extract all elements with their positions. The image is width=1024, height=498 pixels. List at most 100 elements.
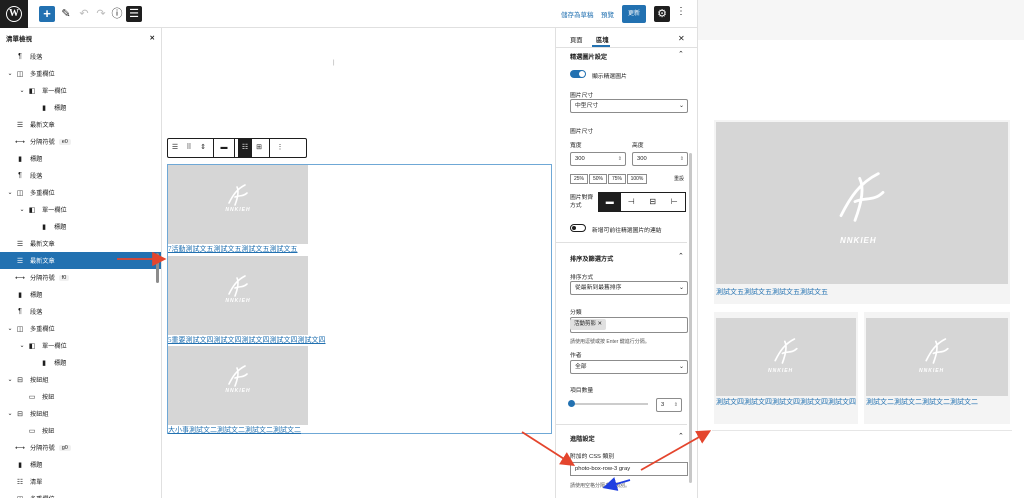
list-view-row[interactable]: ☰ 最新文章: [0, 235, 161, 252]
link-featured-toggle[interactable]: [570, 224, 586, 232]
close-icon[interactable]: ✕: [678, 34, 685, 43]
list-view-row[interactable]: ⌄ ◧ 單一欄位: [0, 337, 161, 354]
redo-icon[interactable]: ↷: [93, 6, 109, 22]
pct-100-button[interactable]: 100%: [627, 174, 647, 184]
height-input[interactable]: 300 ⇕: [632, 152, 688, 166]
stepper-icon[interactable]: ⇕: [680, 153, 684, 165]
list-view-row[interactable]: ⌄ ⊟ 按鈕組: [0, 371, 161, 388]
stepper-icon[interactable]: ⇕: [618, 153, 622, 165]
list-view-row[interactable]: ⟷ 分隔符號 e0: [0, 133, 161, 150]
stepper-icon[interactable]: ⇕: [674, 399, 678, 411]
more-options-icon[interactable]: ⋮: [676, 6, 686, 17]
chevron-down-icon[interactable]: ⌄: [18, 342, 26, 349]
post-title-link[interactable]: 大小事測試文二測試文二測試文二測試文二: [168, 425, 553, 435]
list-view-row[interactable]: ⌄◫多重欄位: [0, 490, 161, 498]
sidebar-scrollbar[interactable]: [689, 153, 692, 483]
chevron-down-icon[interactable]: ⌄: [6, 70, 14, 77]
tab-page[interactable]: 頁面: [570, 35, 583, 44]
list-view-row[interactable]: ⌄◫多重欄位: [0, 184, 161, 201]
category-tag[interactable]: 活動剪影 ✕: [570, 319, 607, 330]
preview-card-title-link[interactable]: 測試文二測試文二測試文二測試文二: [866, 398, 1008, 408]
move-up-down-icon[interactable]: ⇕: [196, 139, 210, 157]
editor-canvas[interactable]: | ☰ ⠿ ⇕ ▬ ☷ ⊞ ⋮ NNKIEH 7活動測試文五測試文五測試文五測試…: [162, 28, 560, 498]
list-view-row[interactable]: ▮ 標題: [0, 218, 161, 235]
align-left-icon[interactable]: ⊣: [621, 193, 643, 211]
show-featured-toggle[interactable]: [570, 70, 586, 78]
post-title-link[interactable]: 5重要測試文四測試文四測試文四測試文四測試文四: [168, 335, 553, 345]
chevron-down-icon[interactable]: ⌄: [6, 189, 14, 196]
undo-icon[interactable]: ↶: [76, 6, 92, 22]
count-slider-handle[interactable]: [568, 400, 575, 407]
pct-25-button[interactable]: 25%: [570, 174, 588, 184]
list-view-row[interactable]: ▮ 標題: [0, 150, 161, 167]
chevron-down-icon[interactable]: ⌄: [6, 325, 14, 332]
featured-image-section-title[interactable]: 精選圖片設定: [570, 52, 607, 61]
save-draft-button[interactable]: 儲存為草稿: [561, 9, 594, 19]
preview-big-title-link[interactable]: 測試文五測試文五測試文五測試文五: [716, 288, 828, 298]
list-view-row[interactable]: ⌄ ⊟ 按鈕組: [0, 405, 161, 422]
block-type-icon[interactable]: ☰: [168, 139, 182, 157]
preview-button[interactable]: 預覽: [601, 9, 614, 19]
list-view-row[interactable]: ⌄ ◧ 單一欄位: [0, 201, 161, 218]
logo-text: NNKIEH: [225, 207, 251, 213]
chevron-down-icon[interactable]: ⌄: [6, 376, 14, 383]
width-input[interactable]: 300 ⇕: [570, 152, 626, 166]
more-options-icon[interactable]: ⋮: [273, 139, 287, 157]
count-input[interactable]: 3 ⇕: [656, 398, 682, 412]
info-icon[interactable]: ⓘ: [109, 6, 125, 22]
update-button[interactable]: 更新: [622, 5, 646, 23]
author-select[interactable]: 全部 ⌄: [570, 360, 688, 374]
align-right-icon[interactable]: ⊢: [664, 193, 686, 211]
reset-button[interactable]: 重設: [674, 175, 684, 182]
list-view-row[interactable]: ⌄◫多重欄位: [0, 320, 161, 337]
chevron-up-icon[interactable]: ⌃: [678, 252, 684, 260]
remove-tag-icon[interactable]: ✕: [598, 321, 603, 327]
align-icon[interactable]: ▬: [217, 139, 231, 157]
list-view-button[interactable]: ☰: [126, 6, 142, 22]
edit-tool-icon[interactable]: ✎: [58, 6, 74, 22]
list-view-row[interactable]: ▮ 標題: [0, 354, 161, 371]
settings-gear-icon[interactable]: ⚙: [654, 6, 670, 22]
wordpress-logo-button[interactable]: W: [0, 0, 28, 28]
tab-block[interactable]: 區塊: [596, 35, 609, 44]
advanced-section-title[interactable]: 進階設定: [570, 434, 595, 443]
list-view-row[interactable]: ☷ 清單: [0, 473, 161, 490]
list-view-row[interactable]: ⟷ 分隔符號 g0: [0, 439, 161, 456]
list-view-row[interactable]: ¶ 段落: [0, 167, 161, 184]
list-view-row[interactable]: ▮ 標題: [0, 286, 161, 303]
sort-filter-section-title[interactable]: 排序及篩選方式: [570, 254, 613, 263]
chevron-down-icon[interactable]: ⌄: [18, 87, 26, 94]
list-view-row[interactable]: ¶ 段落: [0, 48, 161, 65]
add-block-button[interactable]: +: [39, 6, 55, 22]
grid-view-icon[interactable]: ⊞: [252, 139, 266, 157]
list-view-row[interactable]: ⌄◫多重欄位: [0, 65, 161, 82]
pct-50-button[interactable]: 50%: [589, 174, 607, 184]
list-view-row[interactable]: ▭ 按鈕: [0, 388, 161, 405]
list-view-row[interactable]: ☰ 最新文章: [0, 252, 161, 269]
list-view-scrollbar[interactable]: [156, 253, 159, 283]
post-title-link[interactable]: 7活動測試文五測試文五測試文五測試文五: [168, 244, 553, 254]
list-view-toggle-icon[interactable]: ☷: [238, 139, 252, 157]
order-select[interactable]: 從最新到最舊排序 ⌄: [570, 281, 688, 295]
list-view-row[interactable]: ⟷ 分隔符號 f0: [0, 269, 161, 286]
align-center-icon[interactable]: ⊟: [642, 193, 664, 211]
list-view-row[interactable]: ▭ 按鈕: [0, 422, 161, 439]
chevron-up-icon[interactable]: ⌃: [678, 432, 684, 440]
align-none-icon[interactable]: ▬: [599, 193, 621, 211]
drag-handle-icon[interactable]: ⠿: [182, 139, 196, 157]
list-view-row[interactable]: ▮ 標題: [0, 456, 161, 473]
list-view-row[interactable]: ¶ 段落: [0, 303, 161, 320]
list-view-row[interactable]: ⌄ ◧ 單一欄位: [0, 82, 161, 99]
chevron-up-icon[interactable]: ⌃: [678, 50, 684, 58]
css-class-input[interactable]: photo-box-row-3 gray: [570, 462, 688, 476]
count-slider[interactable]: [568, 400, 648, 407]
latest-posts-block[interactable]: NNKIEH 7活動測試文五測試文五測試文五測試文五 NNKIEH 5重要測試文…: [167, 164, 552, 434]
pct-75-button[interactable]: 75%: [608, 174, 626, 184]
chevron-down-icon[interactable]: ⌄: [18, 206, 26, 213]
image-size-select[interactable]: 中型尺寸 ⌄: [570, 99, 688, 113]
chevron-down-icon[interactable]: ⌄: [6, 410, 14, 417]
preview-card-title-link[interactable]: 測試文四測試文四測試文四測試文四測試文四: [716, 398, 856, 408]
close-icon[interactable]: ✕: [150, 34, 155, 42]
list-view-row[interactable]: ☰ 最新文章: [0, 116, 161, 133]
list-view-row[interactable]: ▮ 標題: [0, 99, 161, 116]
